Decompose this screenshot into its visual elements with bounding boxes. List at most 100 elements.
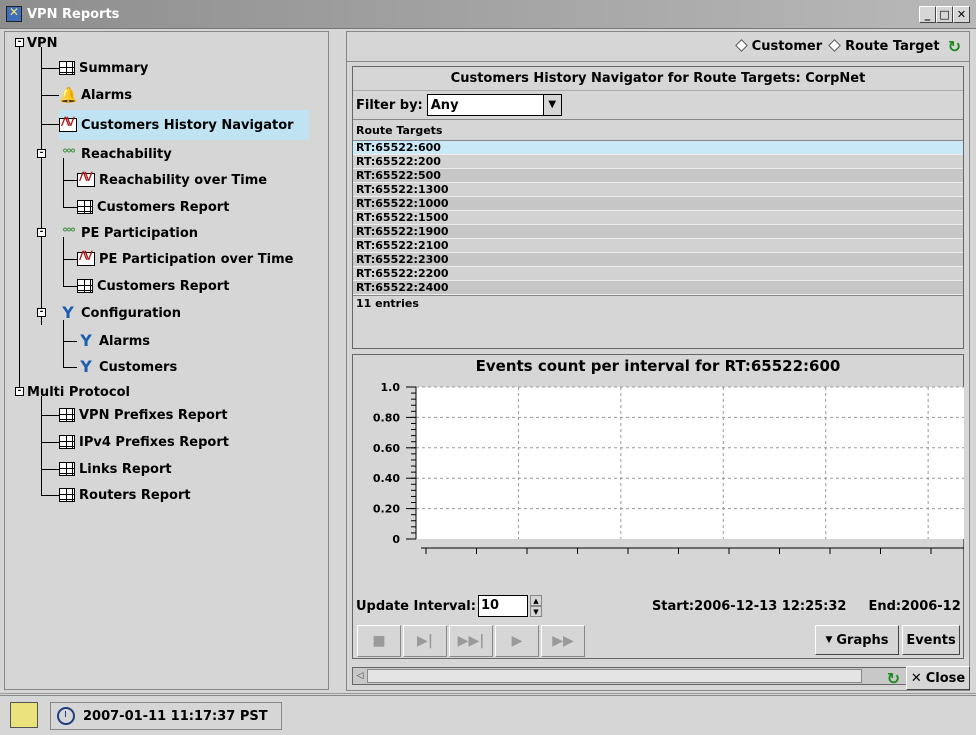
table-icon: [77, 279, 93, 293]
tree-node-ipv4-prefixes-report[interactable]: IPv4 Prefixes Report: [59, 431, 229, 453]
update-interval-row: Update Interval: 10 ▲ ▼ Start:2006-12-13…: [356, 593, 962, 619]
tree-connector: [41, 469, 59, 470]
spinner-up-icon[interactable]: ▲: [529, 595, 542, 606]
route-target-row[interactable]: RT:65522:2300: [353, 253, 963, 267]
route-target-row[interactable]: RT:65522:1300: [353, 183, 963, 197]
graphs-button-label: Graphs: [836, 632, 889, 648]
update-interval-input[interactable]: 10: [477, 595, 528, 617]
reachability-icon: °°°: [62, 147, 76, 161]
prefixes-report-icon: [59, 408, 75, 422]
tree-connector: [63, 207, 77, 208]
refresh-icon[interactable]: ↻: [948, 37, 961, 56]
tree-node-config-alarms[interactable]: Y Alarms: [77, 330, 150, 352]
route-target-radio[interactable]: Route Target: [828, 39, 940, 54]
route-targets-column-header[interactable]: Route Targets: [353, 119, 963, 141]
tree-connector: [63, 237, 64, 287]
wrench-icon: Y: [62, 303, 74, 322]
refresh-icon[interactable]: ↻: [887, 669, 900, 688]
multi-protocol-collapse-toggle[interactable]: -: [15, 387, 24, 396]
wrench-icon: Y: [80, 331, 92, 350]
main-content-pane: Customer Route Target ↻ Customers Histor…: [346, 31, 970, 691]
configuration-collapse-toggle[interactable]: -: [37, 308, 46, 317]
reachability-collapse-toggle[interactable]: -: [37, 149, 46, 158]
update-interval-spinner[interactable]: ▲ ▼: [529, 595, 542, 617]
chevron-down-icon[interactable]: ▼: [542, 95, 561, 115]
tree-node-customers-history-navigator[interactable]: Customers History Navigator: [59, 110, 309, 140]
tree-node-reachability-over-time[interactable]: Reachability over Time: [77, 169, 267, 191]
tree-connector: [19, 47, 20, 390]
tree-node-vpn-label: VPN: [27, 35, 58, 51]
chart-title: Events count per interval for RT:65522:6…: [475, 357, 841, 375]
footer-actions: ↻ ✕ Close: [887, 666, 970, 690]
route-target-row[interactable]: RT:65522:2100: [353, 239, 963, 253]
maximize-button[interactable]: □: [936, 6, 953, 23]
route-target-row[interactable]: RT:65522:600: [353, 141, 963, 155]
close-button-label: Close: [925, 670, 966, 686]
bell-icon: 🔔: [59, 86, 78, 104]
network-icon: [10, 702, 38, 728]
fast-forward-button[interactable]: ▶▶: [541, 625, 585, 657]
tree-node-reachability-customers-report[interactable]: Customers Report: [77, 196, 229, 218]
scrollbar-thumb[interactable]: [367, 669, 862, 683]
update-interval-label: Update Interval:: [356, 598, 476, 614]
minimize-button[interactable]: _: [919, 6, 936, 23]
tree-node-summary[interactable]: Summary: [59, 57, 148, 79]
route-target-row[interactable]: RT:65522:200: [353, 155, 963, 169]
route-target-row[interactable]: RT:65522:2400: [353, 281, 963, 295]
tree-connector: [41, 95, 59, 96]
tree-connector: [41, 442, 59, 443]
route-target-navigator: Customers History Navigator for Route Ta…: [352, 66, 964, 349]
plot-area: [416, 387, 964, 539]
y-tick-label: 1.0: [381, 381, 401, 394]
tree-node-pe-participation-over-time[interactable]: PE Participation over Time: [77, 248, 293, 270]
skip-to-end-button[interactable]: ▶▶|: [449, 625, 493, 657]
pane-splitter[interactable]: [330, 31, 344, 690]
tree-node-config-customers[interactable]: Y Customers: [77, 356, 177, 378]
tree-node-links-report-label: Links Report: [79, 461, 172, 477]
tree-node-multi-protocol-label: Multi Protocol: [27, 384, 130, 400]
route-target-row[interactable]: RT:65522:1500: [353, 211, 963, 225]
close-window-button[interactable]: ✕: [953, 6, 970, 23]
filter-select[interactable]: Any ▼: [426, 94, 562, 116]
tree-node-vpn-prefixes-report[interactable]: VPN Prefixes Report: [59, 404, 228, 426]
route-target-radio-label: Route Target: [845, 39, 940, 54]
tree-node-links-report[interactable]: Links Report: [59, 458, 172, 480]
start-time: Start:2006-12-13 12:25:32: [651, 598, 847, 614]
tree-node-reachability-over-time-label: Reachability over Time: [99, 172, 268, 188]
tree-connector: [41, 396, 42, 496]
route-target-row[interactable]: RT:65522:1000: [353, 197, 963, 211]
spinner-down-icon[interactable]: ▼: [529, 606, 542, 617]
tree-node-reachability[interactable]: °°° Reachability: [59, 143, 172, 165]
filter-row: Filter by: Any ▼: [353, 91, 963, 119]
close-button[interactable]: ✕ Close: [906, 666, 970, 690]
tree-node-pe-customers-report[interactable]: Customers Report: [77, 275, 229, 297]
window-titlebar[interactable]: VPN Reports _ □ ✕: [0, 0, 976, 29]
tree-node-routers-report[interactable]: Routers Report: [59, 484, 191, 506]
tree-node-pe-participation[interactable]: °°° PE Participation: [59, 222, 198, 244]
clock-icon: [57, 707, 75, 725]
tree-node-multi-protocol[interactable]: Multi Protocol: [27, 381, 130, 403]
route-target-row[interactable]: RT:65522:1900: [353, 225, 963, 239]
filter-select-value: Any: [430, 97, 459, 113]
step-forward-button[interactable]: ▶|: [403, 625, 447, 657]
horizontal-scrollbar[interactable]: ◁ ▷: [352, 667, 964, 685]
pe-participation-collapse-toggle[interactable]: -: [37, 228, 46, 237]
route-target-row[interactable]: RT:65522:500: [353, 169, 963, 183]
play-button[interactable]: ▶: [495, 625, 539, 657]
tree-node-pe-customers-report-label: Customers Report: [97, 278, 230, 294]
events-button[interactable]: Events: [902, 625, 960, 655]
tree-node-vpn[interactable]: VPN: [27, 32, 57, 54]
vpn-collapse-toggle[interactable]: -: [15, 38, 24, 47]
tree-node-alarms[interactable]: 🔔 Alarms: [59, 84, 132, 106]
tree-node-configuration[interactable]: Y Configuration: [59, 302, 181, 324]
tree-connector: [41, 415, 59, 416]
customer-radio[interactable]: Customer: [734, 39, 823, 54]
route-target-row[interactable]: RT:65522:2200: [353, 267, 963, 281]
graphs-button[interactable]: ▼ Graphs: [815, 625, 899, 655]
status-bar: 2007-01-11 11:17:37 PST: [0, 695, 976, 735]
stop-button[interactable]: ■: [357, 625, 401, 657]
table-icon: [77, 200, 93, 214]
tree-connector: [63, 367, 77, 368]
scroll-left-icon[interactable]: ◁: [353, 668, 367, 684]
customer-radio-label: Customer: [751, 39, 823, 54]
